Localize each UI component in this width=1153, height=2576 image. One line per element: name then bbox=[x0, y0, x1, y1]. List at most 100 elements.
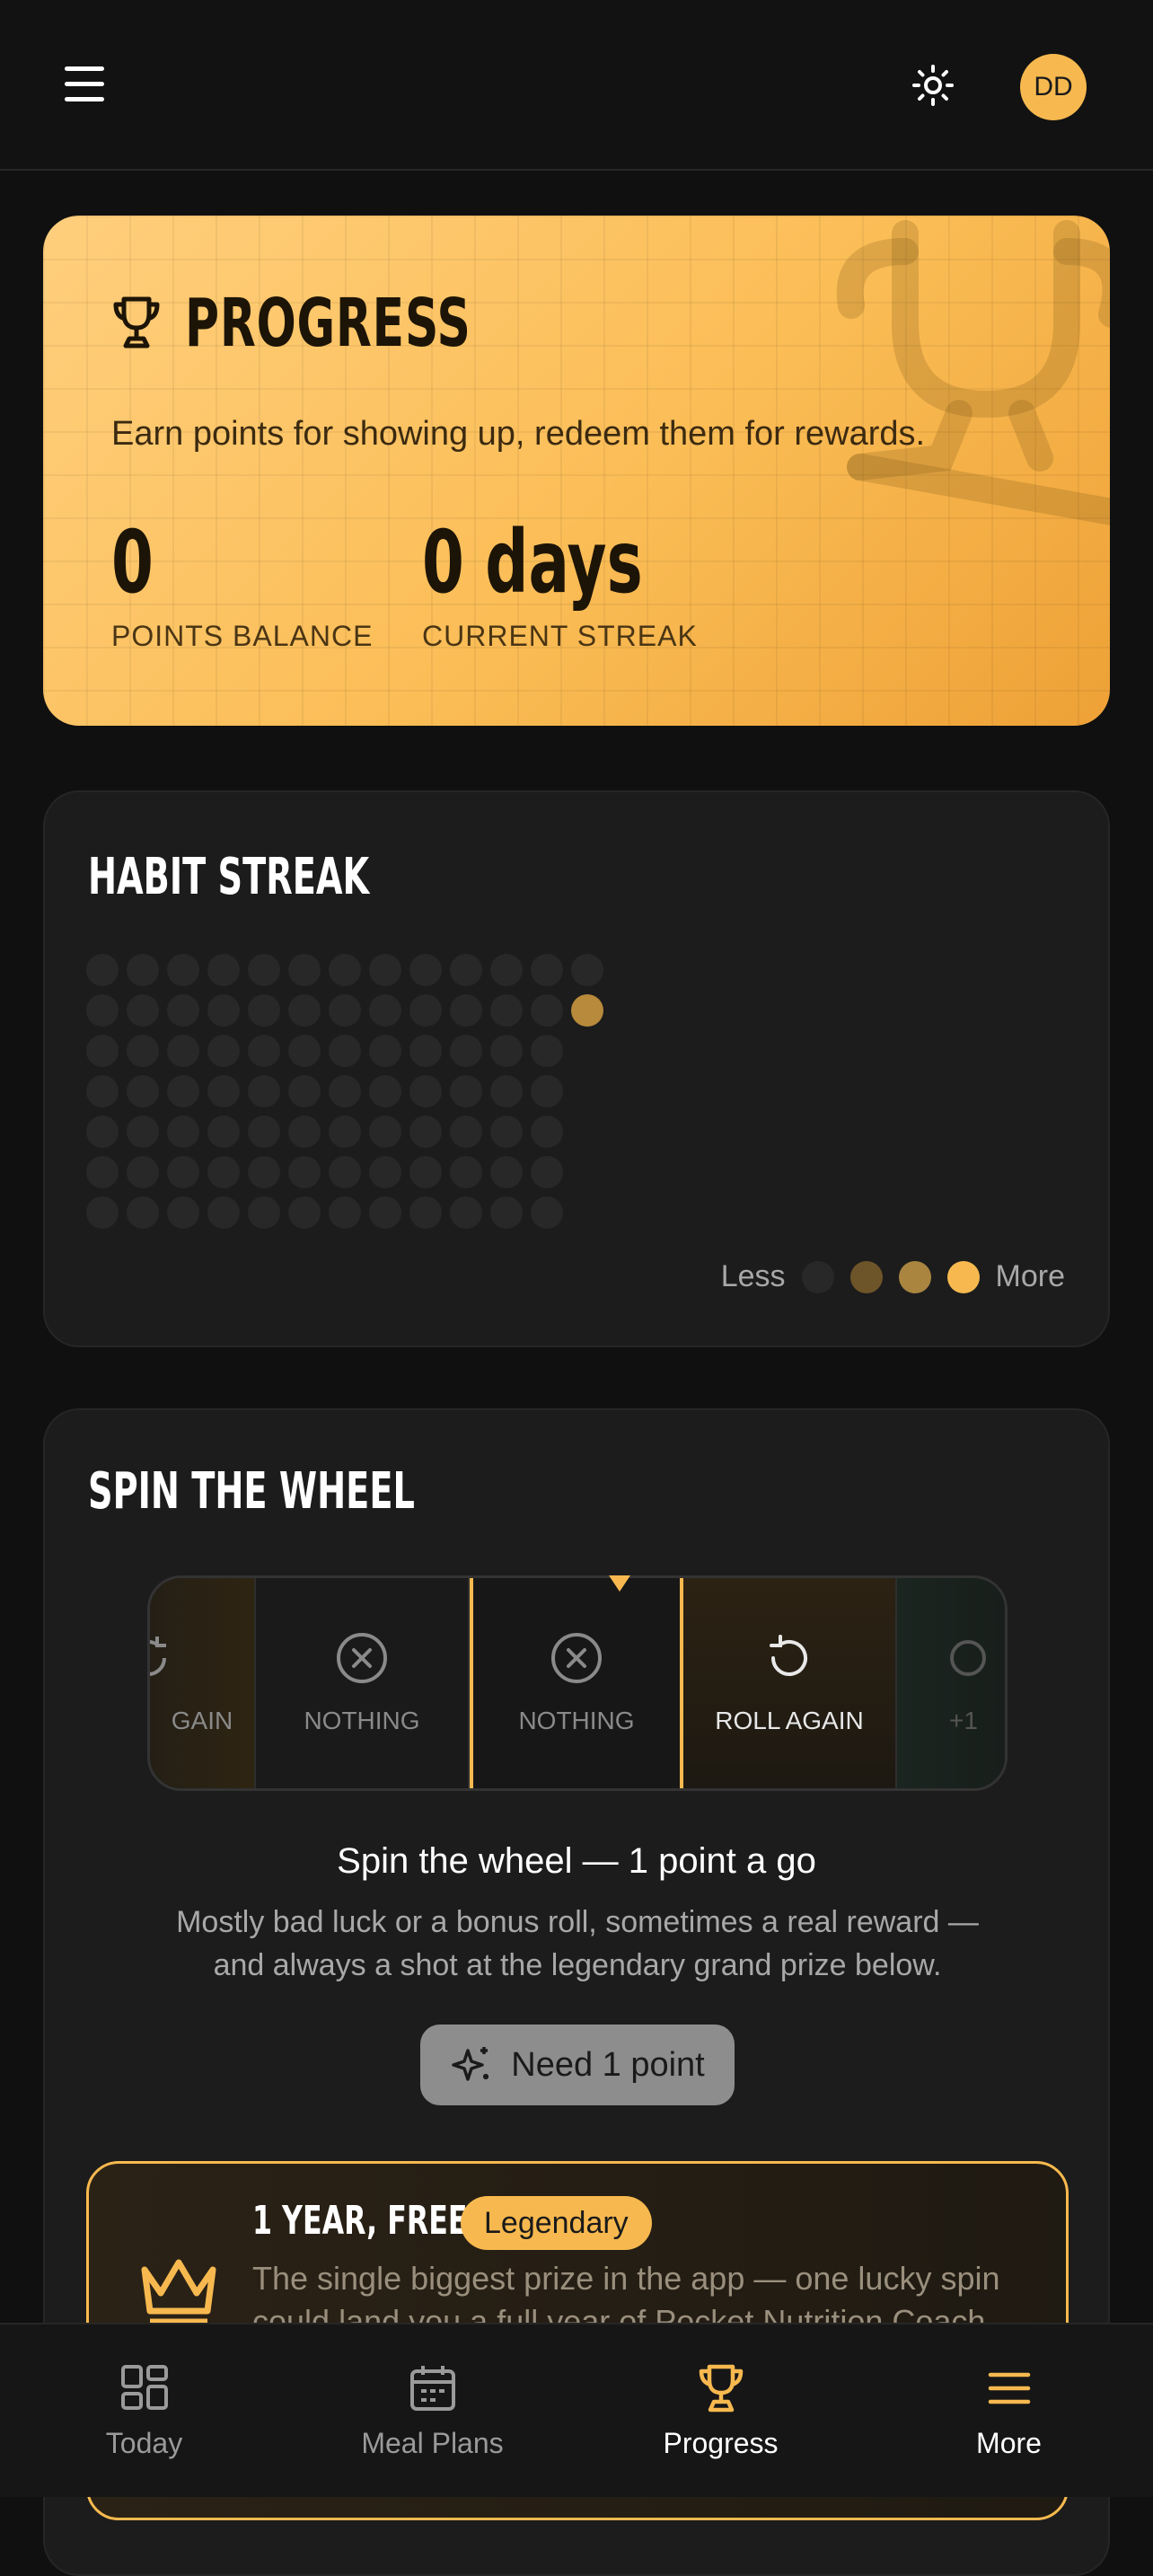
spin-heading: Spin the wheel — 1 point a go bbox=[337, 1841, 816, 1881]
heatmap-cell bbox=[369, 1035, 401, 1067]
heatmap-cell bbox=[127, 1075, 159, 1107]
progress-card: PROGRESS Earn points for showing up, red… bbox=[43, 216, 1110, 726]
heatmap-cell bbox=[450, 994, 482, 1027]
heatmap-legend: Less More bbox=[721, 1259, 1065, 1294]
habit-streak-card: HABIT STREAK Less More bbox=[43, 790, 1110, 1347]
heatmap-cell bbox=[167, 1156, 199, 1188]
legend-less-label: Less bbox=[720, 1259, 786, 1293]
current-streak-value: 0 days bbox=[422, 512, 643, 613]
heatmap-cell bbox=[369, 1075, 401, 1107]
heatmap-cell bbox=[571, 954, 603, 986]
heatmap-cell bbox=[369, 954, 401, 986]
heatmap-cell bbox=[409, 994, 442, 1027]
heatmap-cell bbox=[531, 1156, 563, 1188]
heatmap-cell bbox=[288, 1156, 321, 1188]
wheel-pointer bbox=[609, 1575, 630, 1592]
heatmap-cell bbox=[450, 1035, 482, 1067]
heatmap-cell bbox=[329, 1116, 361, 1148]
heatmap-cell bbox=[86, 1116, 119, 1148]
nav-item-more[interactable]: More bbox=[865, 2325, 1153, 2497]
heatmap-cell bbox=[450, 1116, 482, 1148]
section-title: HABIT STREAK bbox=[88, 848, 370, 906]
heatmap-cell bbox=[531, 1196, 563, 1229]
legend-swatch bbox=[849, 1260, 883, 1293]
spin-description: Mostly bad luck or a bonus roll, sometim… bbox=[176, 1905, 979, 1982]
top-bar: DD bbox=[0, 0, 1153, 171]
wheel-slot: ROLL AGAIN bbox=[683, 1578, 897, 1788]
legendary-badge: Legendary bbox=[461, 2196, 652, 2250]
heatmap-cell bbox=[207, 994, 240, 1027]
legend-swatch bbox=[946, 1260, 980, 1293]
heatmap-cell bbox=[329, 954, 361, 986]
wheel-slot: GAIN bbox=[150, 1578, 256, 1788]
heatmap-cell bbox=[86, 1075, 119, 1107]
nav-item-progress[interactable]: Progress bbox=[576, 2325, 865, 2497]
wheel-slot-selected: NOTHING bbox=[470, 1578, 683, 1788]
heatmap-cell bbox=[329, 1075, 361, 1107]
heatmap-cell bbox=[248, 1156, 280, 1188]
heatmap-cell bbox=[329, 1196, 361, 1229]
heatmap-cell bbox=[207, 1035, 240, 1067]
heatmap-cell bbox=[531, 994, 563, 1027]
trophy-watermark-icon bbox=[836, 220, 1110, 525]
heatmap-cell bbox=[86, 994, 119, 1027]
refresh-icon bbox=[150, 1636, 166, 1676]
heatmap-cell bbox=[288, 1196, 321, 1229]
heatmap-cell bbox=[450, 1075, 482, 1107]
heatmap-cell bbox=[167, 1035, 199, 1067]
refresh-icon bbox=[770, 1635, 807, 1676]
heatmap-cell bbox=[369, 1196, 401, 1229]
heatmap-cell bbox=[409, 1035, 442, 1067]
heatmap-cell bbox=[288, 1116, 321, 1148]
heatmap-cell bbox=[490, 1035, 523, 1067]
heatmap-cell bbox=[369, 1156, 401, 1188]
points-balance-label: POINTS BALANCE bbox=[111, 620, 374, 652]
heatmap-cell bbox=[409, 1075, 442, 1107]
heatmap-cell bbox=[248, 1075, 280, 1107]
wheel-reel: GAIN NOTHING NOTHING ROLL AGAIN +1 bbox=[147, 1575, 1008, 1791]
heatmap-cell bbox=[288, 954, 321, 986]
current-streak-label: CURRENT STREAK bbox=[422, 620, 698, 652]
heatmap-cell bbox=[127, 1196, 159, 1229]
heatmap-cell bbox=[167, 1075, 199, 1107]
heatmap-cell bbox=[248, 1116, 280, 1148]
heatmap-cell bbox=[207, 1075, 240, 1107]
heatmap-cell bbox=[86, 1156, 119, 1188]
heatmap-cell bbox=[167, 1196, 199, 1229]
heatmap-cell bbox=[490, 1196, 523, 1229]
crown-icon bbox=[141, 2259, 216, 2325]
heatmap-cell bbox=[450, 1156, 482, 1188]
heatmap-cell bbox=[531, 1075, 563, 1107]
heatmap-cell bbox=[127, 1035, 159, 1067]
heatmap-cell bbox=[450, 1196, 482, 1229]
sun-icon[interactable] bbox=[911, 63, 955, 108]
heatmap-cell bbox=[288, 1075, 321, 1107]
avatar[interactable]: DD bbox=[1020, 54, 1087, 120]
wheel-slot: +1 bbox=[897, 1578, 1005, 1788]
heatmap-cell bbox=[248, 1035, 280, 1067]
legend-swatch bbox=[898, 1260, 931, 1293]
heatmap-cell bbox=[167, 954, 199, 986]
heatmap-cell bbox=[86, 1196, 119, 1229]
spin-button[interactable]: Need 1 point bbox=[420, 2025, 735, 2105]
heatmap-cell bbox=[409, 954, 442, 986]
heatmap-cell bbox=[409, 1196, 442, 1229]
heatmap-cell bbox=[490, 954, 523, 986]
heatmap-cell bbox=[167, 994, 199, 1027]
heatmap-cell bbox=[450, 954, 482, 986]
heatmap-cell bbox=[288, 994, 321, 1027]
sparkles-icon bbox=[452, 2047, 489, 2081]
wheel-slot: NOTHING bbox=[256, 1578, 470, 1788]
heatmap-cell bbox=[127, 994, 159, 1027]
page-title: PROGRESS bbox=[111, 285, 552, 362]
calendar-icon bbox=[409, 2366, 455, 2411]
legend-swatch bbox=[801, 1260, 834, 1293]
points-balance-value: 0 bbox=[111, 512, 154, 613]
heatmap-cell bbox=[86, 1035, 119, 1067]
prize-title: 1 YEAR, FREE bbox=[252, 2198, 468, 2244]
heatmap-cell bbox=[490, 994, 523, 1027]
nav-item-meal-plans[interactable]: Meal Plans bbox=[288, 2325, 576, 2497]
progress-subtitle: Earn points for showing up, redeem them … bbox=[111, 415, 926, 453]
nav-item-today[interactable]: Today bbox=[0, 2325, 288, 2497]
hamburger-icon[interactable] bbox=[63, 63, 106, 106]
